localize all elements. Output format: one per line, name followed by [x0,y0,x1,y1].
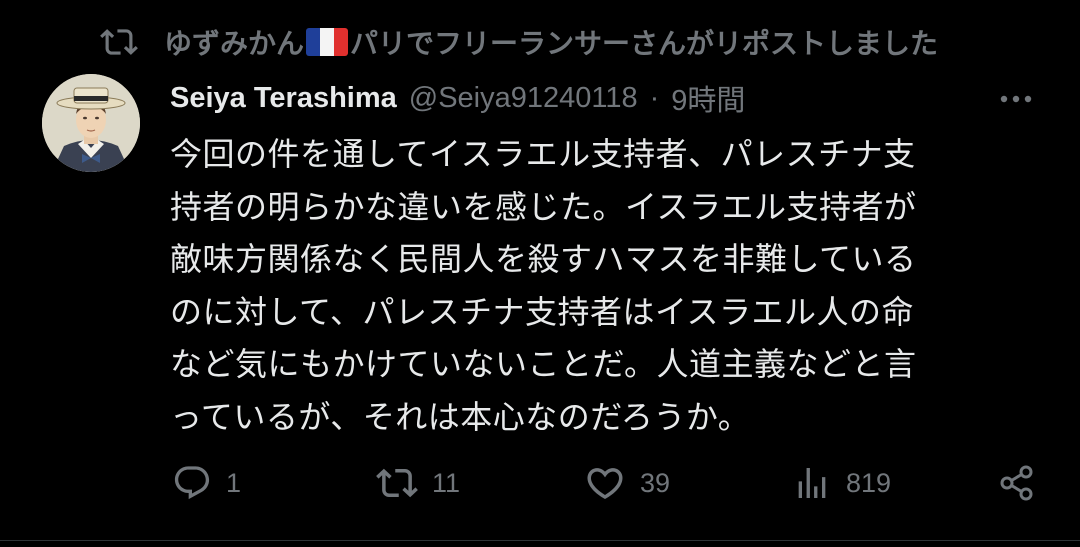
tweet-text: 今回の件を通してイスラエル支持者、パレスチナ支 持者の明らかな違いを感じた。イス… [170,128,1030,443]
views-icon [792,463,832,503]
repost-action-icon [376,462,418,504]
reply-count: 1 [226,467,242,498]
tweet-text-line: 持者の明らかな違いを感じた。イスラエル支持者が [170,187,917,226]
heart-icon [584,462,626,504]
tweet[interactable]: ゆずみかん パリでフリーランサーさんがリポストしました Seiya Terash… [0,0,1080,547]
repost-user-suffix: パリでフリーランサーさんがリポストしました [350,27,939,60]
repost-user-prefix: ゆずみかん [164,27,305,60]
repost-context: ゆずみかん パリでフリーランサーさんがリポストしました [100,22,938,62]
tweet-text-line: のに対して、パレスチナ支持者はイスラエル人の命 [170,292,914,331]
tweet-header: Seiya Terashima @Seiya91240118 · 9時間 [170,78,745,118]
like-count: 39 [640,467,671,498]
france-flag-icon [306,28,349,56]
share-button[interactable] [996,458,1038,508]
tweet-text-line: 敵味方関係なく民間人を殺すハマスを非難している [170,240,917,278]
views-button[interactable]: 819 [792,458,891,508]
repost-icon [100,23,138,61]
separator-dot: · [649,81,660,114]
repost-label[interactable]: ゆずみかん パリでフリーランサーさんがリポストしました [164,22,938,62]
tweet-text-line: っているが、それは本心なのだろうか。 [170,397,751,436]
more-icon[interactable] [996,84,1036,114]
view-count: 819 [846,467,892,498]
reply-icon [172,463,212,503]
divider [0,540,1080,541]
tweet-text-line: など気にもかけていないことだ。人道主義などと言 [170,345,917,383]
tweet-actions: 1 11 39 819 [0,458,1080,508]
tweet-text-line: 今回の件を通してイスラエル支持者、パレスチナ支 [170,135,916,173]
avatar[interactable] [42,74,140,172]
tweet-timestamp[interactable]: 9時間 [671,77,745,119]
share-icon [996,462,1038,504]
repost-count: 11 [432,467,461,498]
like-button[interactable]: 39 [584,458,670,508]
author-display-name[interactable]: Seiya Terashima [170,82,397,115]
author-handle[interactable]: @Seiya91240118 [409,82,638,115]
reply-button[interactable]: 1 [172,458,241,508]
repost-button[interactable]: 11 [376,458,460,508]
